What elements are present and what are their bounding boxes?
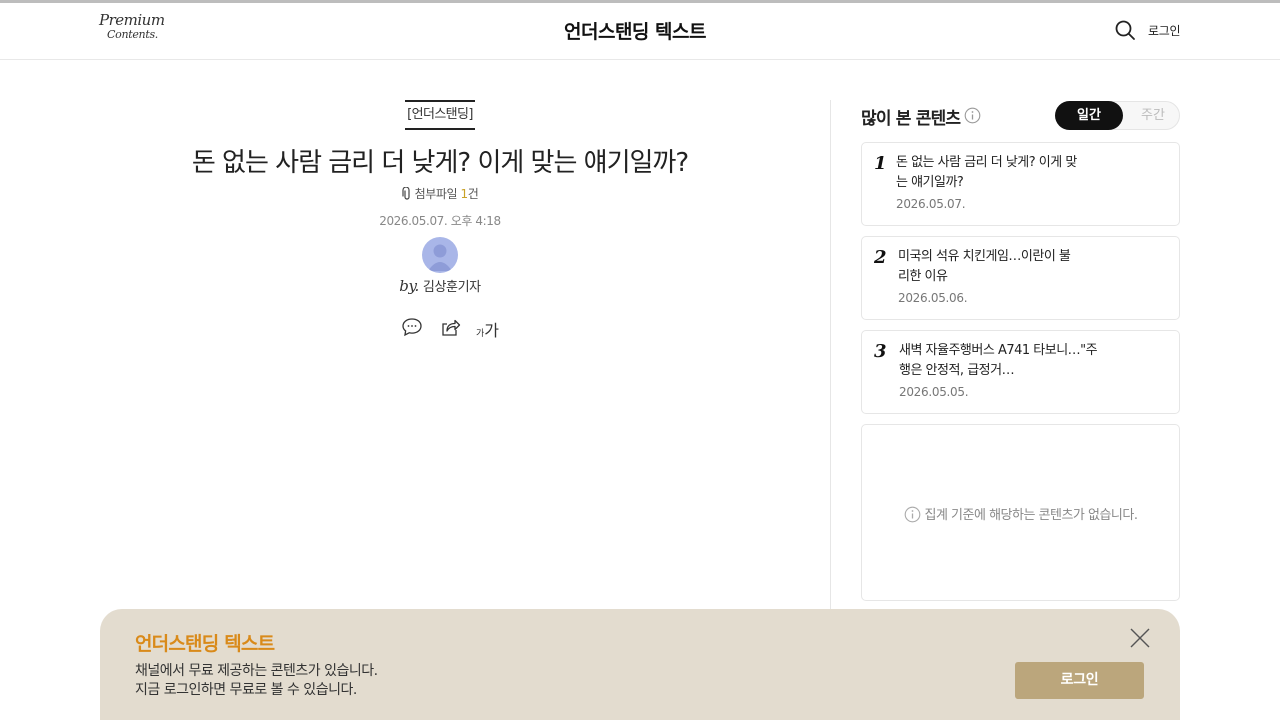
banner-line2: 지금 로그인하면 무료로 볼 수 있습니다. <box>135 682 357 698</box>
banner-line1: 채널에서 무료 제공하는 콘텐츠가 있습니다. <box>135 663 378 679</box>
tab-weekly[interactable]: 주간 <box>1126 102 1180 129</box>
popular-item[interactable]: 1 돈 없는 사람 금리 더 낮게? 이게 맞는 얘기일까? 2026.05.0… <box>861 142 1180 226</box>
font-size-button[interactable]: 가가 <box>476 317 499 341</box>
popular-item-date: 2026.05.05. <box>899 385 969 399</box>
close-icon[interactable] <box>1130 628 1150 648</box>
font-size-large: 가 <box>484 321 500 340</box>
popular-item[interactable]: 3 새벽 자율주행버스 A741 타보니…"주행은 안정적, 급정거… 2026… <box>861 330 1180 414</box>
author-name[interactable]: 김상훈기자 <box>423 280 481 295</box>
author-avatar <box>422 237 458 273</box>
paperclip-icon <box>401 186 412 200</box>
popular-item-title: 새벽 자율주행버스 A741 타보니…"주행은 안정적, 급정거… <box>899 343 1098 378</box>
popular-item[interactable]: 2 미국의 석유 치킨게임…이란이 불리한 이유 2026.05.06. <box>861 236 1180 320</box>
author-byline: by. 김상훈기자 <box>100 276 780 295</box>
attachment-count: 1 <box>460 187 469 201</box>
banner-description: 채널에서 무료 제공하는 콘텐츠가 있습니다. 지금 로그인하면 무료로 볼 수… <box>135 662 378 700</box>
attachment-unit: 건 <box>467 187 479 201</box>
info-icon <box>904 506 920 523</box>
empty-state-text: 집계 기준에 해당하는 콘텐츠가 없습니다. <box>924 508 1138 523</box>
popular-item-title: 돈 없는 사람 금리 더 낮게? 이게 맞는 얘기일까? <box>896 155 1077 190</box>
article-actions: 가가 <box>400 315 500 341</box>
article-title: 돈 없는 사람 금리 더 낮게? 이게 맞는 얘기일까? <box>191 148 689 178</box>
by-label: by. <box>399 277 419 295</box>
attachment-label: 첨부파일 <box>414 187 458 201</box>
banner-login-button[interactable]: 로그인 <box>1015 662 1144 699</box>
info-icon[interactable] <box>964 107 981 124</box>
comment-icon[interactable] <box>400 315 424 339</box>
popular-title: 많이 본 콘텐츠 <box>861 109 961 129</box>
login-promo-banner: 언더스탠딩 텍스트 채널에서 무료 제공하는 콘텐츠가 있습니다. 지금 로그인… <box>100 609 1180 720</box>
search-icon[interactable] <box>1114 19 1136 41</box>
site-header: Premium Contents. 언더스탠딩 텍스트 로그인 <box>0 3 1280 60</box>
header-login-link[interactable]: 로그인 <box>1148 22 1181 39</box>
empty-state-box: 집계 기준에 해당하는 콘텐츠가 없습니다. <box>861 424 1180 601</box>
banner-title: 언더스탠딩 텍스트 <box>135 633 275 655</box>
empty-state-message: 집계 기준에 해당하는 콘텐츠가 없습니다. <box>862 504 1179 523</box>
share-icon[interactable] <box>438 315 462 339</box>
period-toggle: 일간 주간 <box>1055 101 1180 130</box>
popular-rank: 2 <box>874 247 887 268</box>
tab-daily[interactable]: 일간 <box>1055 101 1123 130</box>
popular-rank: 1 <box>874 153 887 174</box>
popular-item-title: 미국의 석유 치킨게임…이란이 불리한 이유 <box>898 249 1071 284</box>
popular-item-date: 2026.05.07. <box>896 197 966 211</box>
popular-item-date: 2026.05.06. <box>898 291 968 305</box>
channel-title[interactable]: 언더스탠딩 텍스트 <box>0 17 1270 44</box>
popular-rank: 3 <box>874 341 887 362</box>
attachment-info[interactable]: 첨부파일 1건 <box>100 185 780 202</box>
article-category[interactable]: [언더스탠딩] <box>405 100 475 130</box>
article-date: 2026.05.07. 오후 4:18 <box>379 214 501 228</box>
column-divider <box>830 100 831 620</box>
